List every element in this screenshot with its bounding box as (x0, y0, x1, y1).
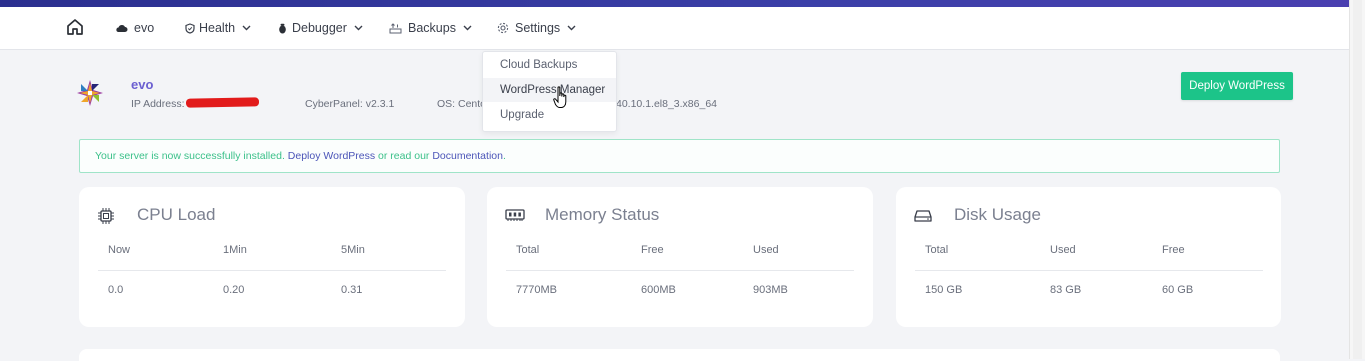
disk-value-total: 150 GB (925, 284, 963, 296)
scrollbar-thumb[interactable] (1353, 0, 1362, 359)
cpu-header-1min: 1Min (223, 244, 247, 256)
cpu-value-1min: 0.20 (223, 284, 245, 296)
redaction-mark (185, 97, 260, 108)
server-os: OS: Cento (437, 98, 487, 110)
vertical-scrollbar[interactable] (1349, 0, 1365, 359)
chevron-down-icon (242, 25, 251, 31)
chevron-down-icon (463, 25, 472, 31)
install-success-alert: Your server is now successfully installe… (79, 139, 1280, 173)
nav-label-debugger: Debugger (292, 21, 347, 35)
nav-health[interactable]: Health (185, 7, 251, 49)
memory-header-used: Used (753, 244, 779, 256)
nav-label-health: Health (199, 21, 236, 35)
menu-item-wordpress-manager[interactable]: WordPress Manager (483, 78, 616, 102)
cloud-icon (115, 23, 128, 33)
server-name: evo (131, 77, 154, 92)
memory-value-total: 7770MB (516, 284, 557, 296)
memory-header-free: Free (641, 244, 664, 256)
nav-label-settings: Settings (515, 21, 561, 35)
memory-value-used: 903MB (753, 284, 788, 296)
memory-icon (505, 208, 525, 227)
cpu-card-title: CPU Load (137, 205, 216, 224)
memory-card-title: Memory Status (545, 205, 660, 224)
nav-label-backups: Backups (408, 21, 456, 35)
shield-icon (185, 22, 195, 34)
chevron-down-icon (354, 25, 363, 31)
cpu-value-now: 0.0 (108, 284, 124, 296)
alert-deploy-wordpress-link[interactable]: Deploy WordPress (288, 150, 375, 162)
hard-drive-icon (914, 209, 932, 228)
cpu-icon (97, 207, 115, 230)
alert-documentation-link[interactable]: Documentation (432, 150, 503, 162)
top-accent-bar (0, 0, 1350, 7)
divider (915, 270, 1263, 271)
alert-text-suffix: . (502, 150, 506, 162)
chevron-down-icon (567, 25, 576, 31)
settings-dropdown-menu: Cloud Backups WordPress Manager Upgrade (482, 51, 617, 132)
next-panel (79, 349, 1280, 361)
backup-icon (389, 22, 402, 34)
disk-value-free: 60 GB (1162, 284, 1194, 296)
cpu-load-card: CPU Load Now 1Min 5Min 0.0 0.20 0.31 (79, 187, 465, 327)
gear-icon (497, 22, 509, 34)
disk-card-title: Disk Usage (954, 205, 1041, 224)
disk-value-used: 83 GB (1050, 284, 1082, 296)
memory-status-card: Memory Status Total Free Used 7770MB 600… (487, 187, 873, 327)
nav-debugger[interactable]: Debugger (278, 7, 363, 49)
disk-header-used: Used (1050, 244, 1076, 256)
menu-item-cloud-backups[interactable]: Cloud Backups (483, 53, 616, 77)
nav-settings[interactable]: Settings (497, 7, 576, 49)
bug-icon (278, 23, 287, 34)
alert-text-prefix: Your server is now successfully installe… (95, 150, 288, 162)
menu-item-upgrade[interactable]: Upgrade (483, 103, 616, 127)
nav-server-evo[interactable]: evo (115, 7, 154, 49)
alert-text-middle: or read our (375, 150, 433, 162)
home-icon (66, 18, 84, 39)
memory-header-total: Total (516, 244, 540, 256)
server-os-version: 40.10.1.el8_3.x86_64 (616, 98, 718, 110)
cpu-header-now: Now (108, 244, 131, 256)
home-button[interactable] (66, 7, 84, 49)
hand-cursor-icon (553, 86, 569, 115)
deploy-wordpress-button[interactable]: Deploy WordPress (1181, 72, 1293, 100)
server-os-logo (77, 80, 103, 106)
memory-value-free: 600MB (641, 284, 676, 296)
divider (98, 270, 446, 271)
disk-header-total: Total (925, 244, 949, 256)
cpu-header-5min: 5Min (341, 244, 365, 256)
disk-usage-card: Disk Usage Total Used Free 150 GB 83 GB … (896, 187, 1281, 327)
nav-label-evo: evo (134, 21, 155, 35)
server-cyberpanel-version: CyberPanel: v2.3.1 (305, 98, 395, 110)
disk-header-free: Free (1162, 244, 1185, 256)
nav-backups[interactable]: Backups (389, 7, 472, 49)
server-ip: IP Address: 1 (131, 98, 194, 110)
cpu-value-5min: 0.31 (341, 284, 363, 296)
divider (506, 270, 854, 271)
